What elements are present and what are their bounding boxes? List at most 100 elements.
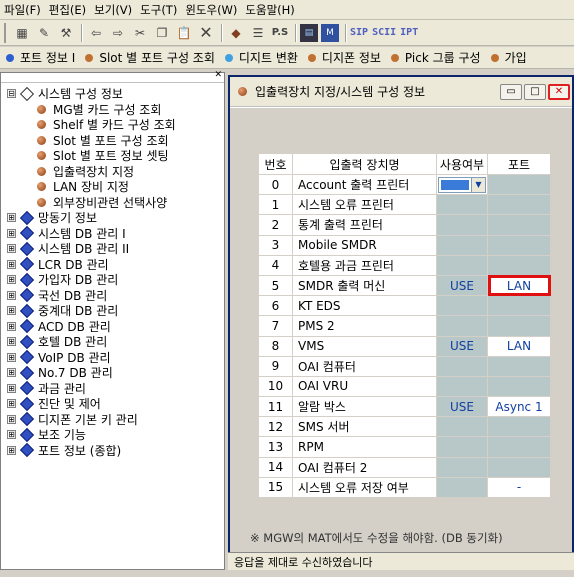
tree-item[interactable]: ⊞ 가입자 DB 관리 [7,272,224,288]
port-cell[interactable] [487,456,551,478]
collapse-icon[interactable]: ⊟ [7,89,16,99]
expand-icon[interactable]: ⊞ [7,244,16,254]
usage-cell[interactable] [436,254,488,276]
tree-item[interactable]: ⊞ 중계대 DB 관리 [7,303,224,319]
forward-icon[interactable]: ⇨ [108,23,128,43]
expand-icon[interactable]: ⊞ [7,321,16,331]
table-row[interactable]: 3 Mobile SMDR [258,234,551,256]
menu-item[interactable]: 윈도우(W) [185,2,237,18]
tree-child-item[interactable]: MG별 카드 구성 조회 [7,102,224,118]
tree-item[interactable]: ⊞ 시스템 DB 관리 II [7,241,224,257]
quick-tab[interactable]: 가입 [490,49,527,66]
expand-icon[interactable]: ⊞ [7,228,16,238]
port-cell[interactable] [487,234,551,256]
tree-item[interactable]: ⊞ 호텔 DB 관리 [7,334,224,350]
expand-icon[interactable]: ⊞ [7,414,16,424]
port-cell[interactable] [487,416,551,438]
expand-icon[interactable]: ⊞ [7,352,16,362]
wand-icon[interactable]: ✎ [34,23,54,43]
usage-cell[interactable]: USE [436,335,488,357]
usage-cell[interactable]: ▼ [436,173,488,196]
tree-item[interactable]: ⊞ 과금 관리 [7,381,224,397]
port-cell[interactable] [487,214,551,236]
usage-cell[interactable] [436,416,488,438]
table-row[interactable]: 9 OAI 컴퓨터 [258,355,551,377]
usage-cell[interactable] [436,355,488,377]
port-cell[interactable] [487,375,551,398]
port-cell[interactable] [487,315,551,337]
close-button[interactable]: ✕ [548,83,570,100]
m-icon[interactable]: M [321,23,339,42]
port-cell[interactable]: - [487,476,551,499]
port-cell[interactable] [487,295,551,317]
table-row[interactable]: 14 OAI 컴퓨터 2 [258,456,551,478]
minimize-button[interactable]: ▭ [500,83,522,100]
port-cell[interactable] [487,254,551,276]
table-row[interactable]: 15 시스템 오류 저장 여부 - [258,476,551,499]
quick-tab[interactable]: Slot 별 포트 구성 조회 [85,49,215,66]
port-cell[interactable] [487,194,551,216]
usage-cell[interactable] [436,214,488,236]
delete-icon[interactable]: ✕ [196,23,216,43]
expand-icon[interactable]: ⊞ [7,430,16,440]
tree-child-item[interactable]: LAN 장비 지정 [7,179,224,195]
usage-cell[interactable]: USE [436,396,488,418]
expand-icon[interactable]: ⊞ [7,383,16,393]
back-icon[interactable]: ⇦ [86,23,106,43]
usage-cell[interactable] [436,234,488,256]
table-row[interactable]: 7 PMS 2 [258,315,551,337]
tree-item[interactable]: ⊞ 진단 및 제어 [7,396,224,412]
expand-icon[interactable]: ⊞ [7,275,16,285]
tools-icon[interactable]: ⚒ [56,23,76,43]
tree-item[interactable]: ⊞ 망동기 정보 [7,210,224,226]
ipt-icon[interactable]: IPT [400,27,418,38]
usage-cell[interactable] [436,456,488,478]
tree-item[interactable]: ⊞ 보조 기능 [7,427,224,443]
chevron-down-icon[interactable]: ▼ [471,177,485,192]
expand-icon[interactable]: ⊞ [7,445,16,455]
table-row[interactable]: 5 SMDR 출력 머신 USE LAN [258,274,551,297]
menu-item[interactable]: 편집(E) [49,2,86,18]
table-row[interactable]: 12 SMS 서버 [258,416,551,438]
port-cell[interactable]: Async 1 [487,396,551,418]
table-row[interactable]: 6 KT EDS [258,295,551,317]
paste-icon[interactable]: 📋 [174,23,194,43]
expand-icon[interactable]: ⊞ [7,368,16,378]
expand-icon[interactable]: ⊞ [7,290,16,300]
port-cell[interactable]: LAN [487,274,551,297]
usage-cell[interactable] [436,436,488,458]
port-cell[interactable] [487,173,551,196]
table-row[interactable]: 11 알람 박스 USE Async 1 [258,396,551,418]
table-row[interactable]: 2 통계 출력 프린터 [258,214,551,236]
tree-child-item[interactable]: 입출력장치 지정 [7,164,224,180]
copy-icon[interactable]: ❐ [152,23,172,43]
tree-child-item[interactable]: Slot 별 포트 정보 셋팅 [7,148,224,164]
quick-tab[interactable]: Pick 그룹 구성 [390,49,481,66]
table-row[interactable]: 8 VMS USE LAN [258,335,551,357]
ps-icon[interactable]: P.S [270,23,290,43]
tree-item[interactable]: ⊞ No.7 DB 관리 [7,365,224,381]
expand-icon[interactable]: ⊞ [7,259,16,269]
table-row[interactable]: 1 시스템 오류 프린터 [258,194,551,216]
tree-item[interactable]: ⊞ 시스템 DB 관리 I [7,226,224,242]
tree-root-system-config[interactable]: ⊟ 시스템 구성 정보 [7,86,224,102]
menu-item[interactable]: 파일(F) [4,2,41,18]
tree-child-item[interactable]: Shelf 별 카드 구성 조회 [7,117,224,133]
tree-item[interactable]: ⊞ 디지폰 기본 키 관리 [7,412,224,428]
quick-tab[interactable]: 포트 정보 I [6,49,75,66]
port-cell[interactable]: LAN [487,335,551,357]
tree-item[interactable]: ⊞ ACD DB 관리 [7,319,224,335]
sip-icon[interactable]: SIP [350,27,368,38]
usage-cell[interactable] [436,315,488,337]
expand-icon[interactable]: ⊞ [7,337,16,347]
quick-tab[interactable]: 디지폰 정보 [307,49,381,66]
usage-cell[interactable] [436,375,488,398]
usage-cell[interactable]: USE [436,274,488,297]
usage-dropdown[interactable]: ▼ [438,176,486,193]
expand-icon[interactable]: ⊞ [7,306,16,316]
database-icon[interactable]: ▦ [12,23,32,43]
maximize-button[interactable]: □ [524,83,546,100]
usage-cell[interactable] [436,194,488,216]
menu-item[interactable]: 보기(V) [94,2,132,18]
book-icon[interactable]: ◆ [226,23,246,43]
